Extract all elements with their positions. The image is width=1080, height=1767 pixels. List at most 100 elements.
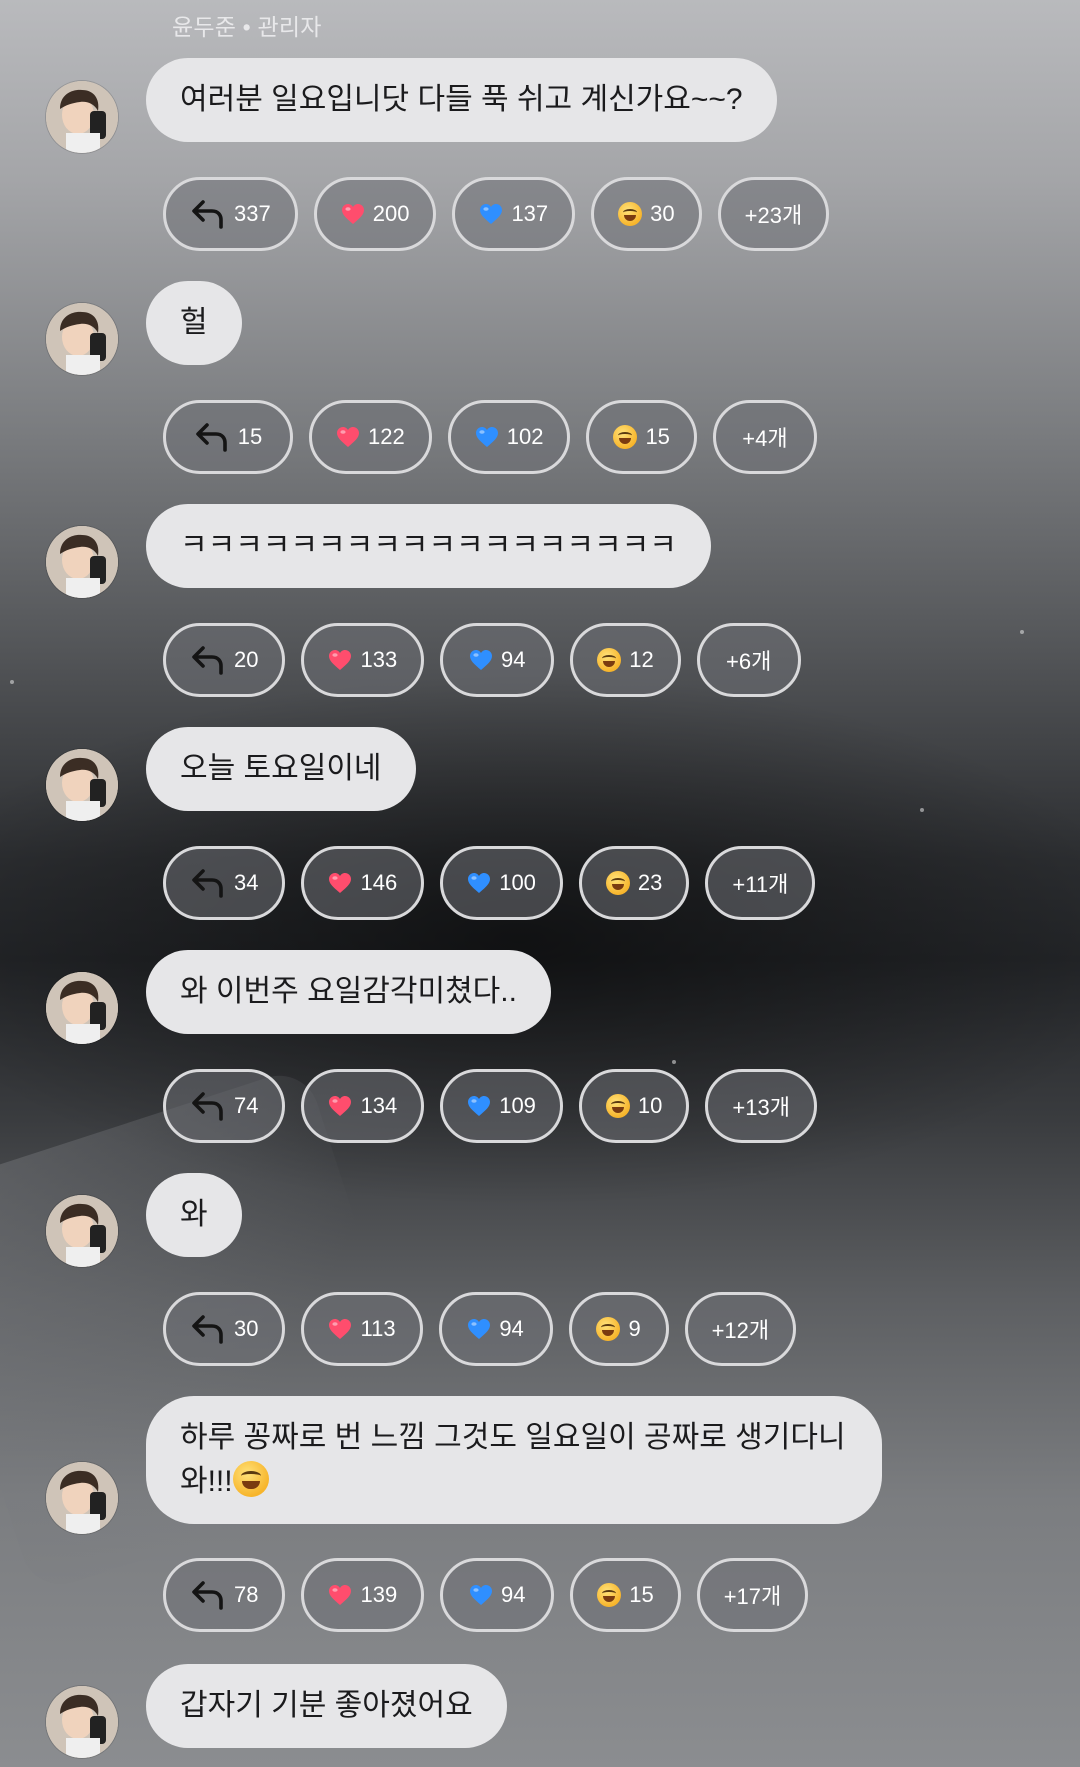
blue-heart-reaction-button[interactable]: 102	[447, 400, 571, 474]
more-reactions-button[interactable]: +12개	[684, 1292, 797, 1366]
heart-reaction-button[interactable]: 122	[309, 400, 432, 474]
message-bubble[interactable]: 갑자기 기분 좋아졌어요	[146, 1664, 507, 1748]
more-reactions-count: +11개	[732, 872, 789, 897]
message-bubble[interactable]: 와	[146, 1173, 242, 1257]
heart-reaction-button[interactable]: 113	[301, 1292, 423, 1366]
blue-heart-reaction-button[interactable]: 137	[452, 177, 576, 251]
heart-count: 122	[368, 424, 405, 449]
message-text: 여러분 일요입니닷 다들 푹 쉬고 계신가요~~?	[180, 83, 743, 116]
more-reactions-count: +23개	[744, 203, 803, 228]
more-reactions-count: +17개	[723, 1584, 782, 1609]
message-bubble[interactable]: 헐	[146, 281, 242, 365]
blue-heart-reaction-button[interactable]: 109	[440, 1069, 563, 1143]
reply-button[interactable]: 337	[163, 177, 298, 251]
message-text: ㅋㅋㅋㅋㅋㅋㅋㅋㅋㅋㅋㅋㅋㅋㅋㅋㅋㅋ	[180, 529, 677, 562]
blue-heart-count: 100	[499, 870, 536, 895]
avatar[interactable]	[46, 303, 118, 375]
avatar[interactable]	[46, 1195, 118, 1267]
red-heart-icon	[328, 1584, 352, 1606]
emoji-reaction-button[interactable]: 30	[591, 177, 702, 251]
emoji-reaction-button[interactable]: 12	[570, 623, 681, 697]
more-reactions-count: +12개	[711, 1318, 770, 1343]
avatar[interactable]	[46, 749, 118, 821]
blue-heart-count: 102	[506, 424, 544, 449]
blue-heart-icon	[467, 872, 491, 894]
heart-count: 146	[360, 870, 398, 895]
avatar[interactable]	[46, 1462, 118, 1534]
emoji-reaction-button[interactable]: 15	[586, 400, 697, 474]
more-reactions-button[interactable]: +17개	[696, 1558, 809, 1632]
emoji-count: 15	[645, 424, 670, 449]
more-reactions-button[interactable]: +23개	[717, 177, 830, 251]
more-reactions-count: +4개	[742, 426, 788, 451]
heart-count: 133	[360, 647, 398, 672]
reaction-bar: 74 134 109 10 +13개	[163, 1069, 817, 1143]
blue-heart-count: 94	[499, 1316, 524, 1341]
avatar[interactable]	[46, 1686, 118, 1758]
message-bubble[interactable]: 여러분 일요입니닷 다들 푹 쉬고 계신가요~~?	[146, 58, 777, 142]
more-reactions-button[interactable]: +13개	[705, 1069, 817, 1143]
emoji-count: 9	[628, 1316, 641, 1341]
reply-button[interactable]: 15	[163, 400, 293, 474]
reply-button[interactable]: 74	[163, 1069, 286, 1143]
message-text: 헐	[180, 306, 208, 339]
reply-count: 30	[234, 1316, 259, 1341]
reply-button[interactable]: 30	[163, 1292, 286, 1366]
reply-arrow-icon	[190, 867, 226, 899]
message-text: 갑자기 기분 좋아졌어요	[180, 1689, 473, 1722]
avatar[interactable]	[46, 972, 118, 1044]
message-bubble[interactable]: ㅋㅋㅋㅋㅋㅋㅋㅋㅋㅋㅋㅋㅋㅋㅋㅋㅋㅋ	[146, 504, 711, 588]
laughing-tears-icon	[605, 871, 630, 895]
emoji-count: 12	[629, 647, 654, 672]
background-speck	[10, 680, 14, 684]
heart-count: 200	[372, 201, 410, 226]
emoji-reaction-button[interactable]: 9	[568, 1292, 669, 1366]
reply-arrow-icon	[190, 1090, 226, 1122]
emoji-reaction-button[interactable]: 10	[578, 1069, 690, 1143]
reaction-bar: 34 146 100 23 +11개	[163, 846, 816, 920]
reaction-bar: 30 113 94 9 +12개	[163, 1292, 797, 1366]
message-bubble[interactable]: 하루 꽁짜로 번 느낌 그것도 일요일이 공짜로 생기다니 와!!!	[146, 1396, 882, 1524]
laughing-tears-icon	[605, 1094, 630, 1118]
heart-reaction-button[interactable]: 139	[301, 1558, 425, 1632]
reply-button[interactable]: 34	[163, 846, 286, 920]
reaction-bar: 15 122 102 15 +4개	[163, 400, 817, 474]
message-bubble[interactable]: 오늘 토요일이네	[146, 727, 416, 811]
emoji-reaction-button[interactable]: 23	[578, 846, 690, 920]
emoji-count: 30	[650, 201, 675, 226]
author-label: 윤두준 • 관리자	[172, 14, 322, 40]
reply-count: 78	[234, 1582, 259, 1607]
heart-reaction-button[interactable]: 134	[301, 1069, 425, 1143]
message-text: 하루 꽁짜로 번 느낌 그것도 일요일이 공짜로 생기다니 와!!!	[180, 1421, 846, 1498]
blue-heart-reaction-button[interactable]: 94	[438, 1292, 553, 1366]
more-reactions-button[interactable]: +11개	[705, 846, 816, 920]
reply-arrow-icon	[190, 198, 226, 230]
message-bubble[interactable]: 와 이번주 요일감각미쳤다..	[146, 950, 551, 1034]
message-text: 오늘 토요일이네	[180, 752, 382, 785]
rofl-icon	[597, 1583, 622, 1607]
reply-button[interactable]: 78	[163, 1558, 286, 1632]
reply-count: 34	[234, 870, 259, 895]
blue-heart-count: 94	[500, 1582, 526, 1607]
reply-button[interactable]: 20	[163, 623, 286, 697]
blue-heart-icon	[469, 1584, 493, 1606]
red-heart-icon	[328, 1318, 352, 1340]
heart-reaction-button[interactable]: 200	[313, 177, 437, 251]
reply-count: 337	[234, 201, 271, 226]
heart-count: 134	[360, 1093, 398, 1118]
heart-reaction-button[interactable]: 133	[301, 623, 425, 697]
blue-heart-icon	[479, 203, 503, 225]
more-reactions-button[interactable]: +4개	[712, 400, 817, 474]
avatar[interactable]	[46, 526, 118, 598]
heart-reaction-button[interactable]: 146	[301, 846, 425, 920]
avatar[interactable]	[46, 81, 118, 153]
reply-count: 20	[234, 647, 259, 672]
emoji-reaction-button[interactable]: 15	[570, 1558, 681, 1632]
blue-heart-reaction-button[interactable]: 94	[440, 623, 555, 697]
message-text: 와	[180, 1198, 208, 1231]
laughing-tears-icon	[613, 425, 638, 449]
blue-heart-reaction-button[interactable]: 94	[440, 1558, 555, 1632]
blue-heart-reaction-button[interactable]: 100	[440, 846, 563, 920]
more-reactions-button[interactable]: +6개	[696, 623, 801, 697]
reaction-bar: 20 133 94 12 +6개	[163, 623, 801, 697]
